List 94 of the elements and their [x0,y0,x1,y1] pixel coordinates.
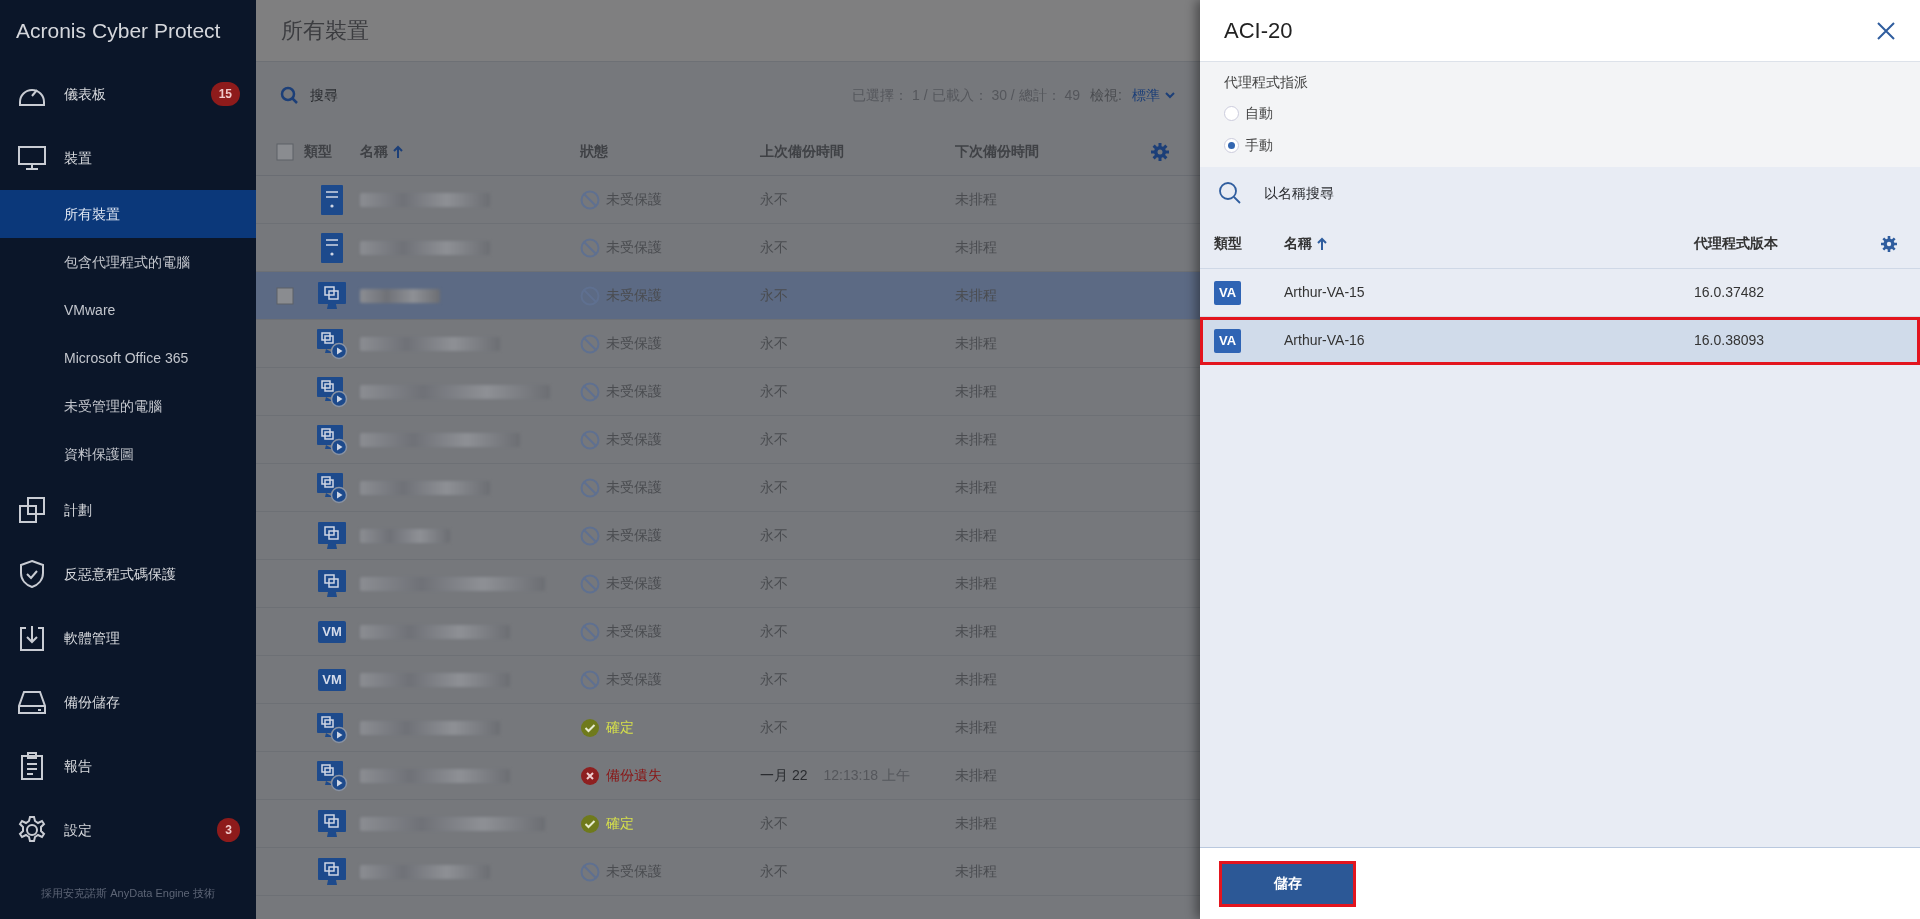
table-row[interactable]: VA Arthur-VA-15 16.0.37482 [1200,269,1920,317]
status-label: 確定 [606,718,634,737]
search-field[interactable]: 搜尋 [308,83,493,107]
sidebar-item[interactable]: 軟體管理 [0,606,256,670]
appliance-monitor-icon: VA [1214,328,1242,353]
sidebar-item[interactable]: 報告 [0,734,256,798]
count-badge: 3 [217,818,240,842]
last-backup-date: 一月 22 [760,766,808,785]
monitor-windows-icon [317,856,347,887]
column-header-label: 代理程式版本 [1694,234,1778,253]
check-circle-icon [580,717,600,738]
monitor-windows-icon [317,568,347,599]
sidebar-subitem[interactable]: VMware [0,286,256,334]
save-button[interactable]: 儲存 [1222,863,1353,904]
column-header-label: 類型 [1214,234,1242,253]
sidebar-subitem[interactable]: 未受管理的電腦 [0,382,256,430]
sidebar-item-label: 計劃 [64,500,93,520]
vm-monitor-icon: VM [318,620,346,643]
monitor-windows-icon [317,280,347,311]
search-field[interactable]: 以名稱搜尋 [1262,181,1447,205]
prohibited-icon [580,381,600,402]
server-icon [320,231,344,264]
radio-button[interactable] [1224,105,1239,121]
page-title: 所有裝置 [256,0,1200,62]
column-header[interactable]: 名稱 [1284,233,1694,254]
settings-icon [1150,142,1170,163]
prohibited-icon [580,669,600,690]
check-circle-icon [580,813,600,834]
radio-label: 自動 [1245,103,1273,123]
stacked-squares-icon [16,494,48,526]
footer-text: 採用安克諾斯 AnyData Engine 技術 [40,885,216,901]
status-label: 備份遺失 [606,766,662,785]
sidebar-subitem[interactable]: 資料保護圖 [0,430,256,478]
agent-name: Arthur-VA-16 [1284,331,1366,350]
column-header-label: 名稱 [1284,234,1312,253]
radio-label: 手動 [1245,135,1273,155]
section-label: 代理程式指派 [1224,73,1309,92]
monitor-windows-icon [317,520,347,551]
monitor-play-icon [316,759,348,792]
sidebar-item[interactable]: 裝置 [0,126,256,190]
count-badge: 15 [210,82,240,106]
search-icon [1218,181,1242,205]
sidebar-item[interactable]: 儀表板 15 [0,62,256,126]
prohibited-icon [580,573,600,594]
table-row[interactable]: VA Arthur-VA-16 16.0.38093 [1200,317,1920,365]
appliance-monitor-icon: VA [1214,280,1242,305]
sidebar-subitem[interactable]: Microsoft Office 365 [0,334,256,382]
sidebar-item-label: 軟體管理 [64,628,121,648]
sidebar-item-label: 反惡意程式碼保護 [64,564,177,584]
column-header[interactable]: 類型 [1214,233,1284,254]
error-circle-icon [580,765,600,786]
sidebar-item[interactable]: 設定 3 [0,798,256,862]
prohibited-icon [580,189,600,210]
status-label: 確定 [606,814,634,833]
sidebar-item[interactable]: 計劃 [0,478,256,542]
column-header[interactable]: 代理程式版本 [1694,233,1880,254]
agent-name: Arthur-VA-15 [1284,283,1366,302]
prohibited-icon [580,621,600,642]
sidebar-item-label: 備份儲存 [64,692,121,712]
monitor-windows-icon [317,808,347,839]
prohibited-icon [580,525,600,546]
brand-logo-text: Acronis [16,18,87,45]
monitor-play-icon [316,423,348,456]
sidebar-subitem[interactable]: 所有裝置 [0,190,256,238]
chevron-down-icon [1164,89,1176,101]
sidebar-item[interactable]: 備份儲存 [0,670,256,734]
monitor-play-icon [316,375,348,408]
prohibited-icon [580,237,600,258]
prohibited-icon [580,429,600,450]
sidebar-item-label: 儀表板 [64,84,107,104]
product-name: Cyber Protect [92,18,221,45]
prohibited-icon [580,861,600,882]
agent-version: 16.0.38093 [1694,331,1766,350]
sidebar-subitem[interactable]: 包含代理程式的電腦 [0,238,256,286]
prohibited-icon [580,333,600,354]
monitor-play-icon [316,711,348,744]
settings-icon [1880,235,1898,254]
vm-monitor-icon: VM [318,668,346,691]
checkbox [276,286,294,305]
close-button[interactable] [1876,20,1896,41]
panel-title: ACI-20 [1224,17,1293,45]
sidebar-item-label: 報告 [64,756,93,776]
sidebar-item-label: 設定 [64,820,93,840]
column-header-label: 類型 [304,142,332,161]
agent-version: 16.0.37482 [1694,283,1766,302]
sidebar-item-label: 裝置 [64,148,93,168]
close-icon [1876,20,1896,41]
search-icon [280,86,298,104]
monitor-play-icon [316,327,348,360]
server-icon [320,183,344,216]
radio-button[interactable] [1224,137,1239,153]
monitor-play-icon [316,471,348,504]
sidebar-item[interactable]: 反惡意程式碼保護 [0,542,256,606]
prohibited-icon [580,477,600,498]
